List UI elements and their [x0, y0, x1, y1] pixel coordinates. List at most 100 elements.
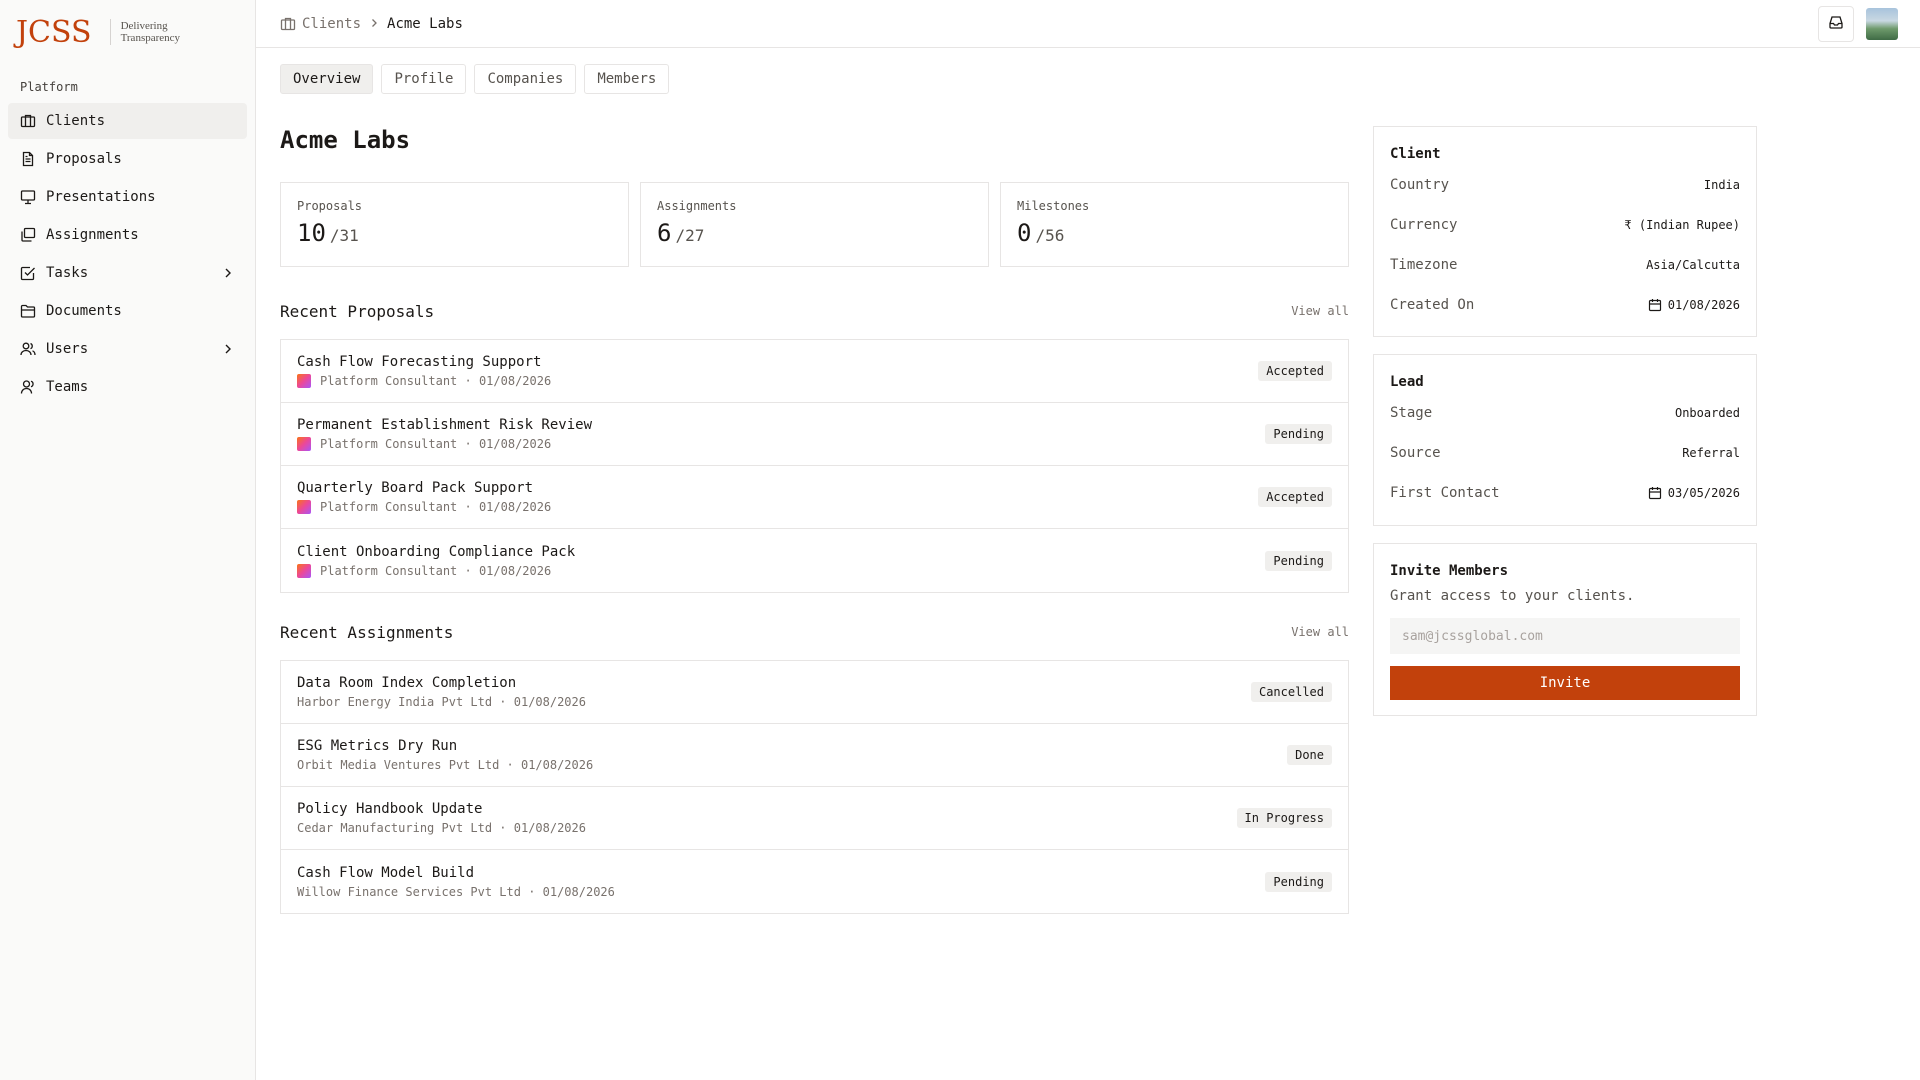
item-meta: Harbor Energy India Pvt Ltd · 01/08/2026 [297, 695, 586, 709]
stat-label: Proposals [297, 199, 363, 213]
field-value: 01/08/2026 [1648, 298, 1740, 312]
recent-proposals-section: Recent Proposals View all Cash Flow Fore… [280, 297, 1349, 593]
list-item[interactable]: Cash Flow Model Build Willow Finance Ser… [281, 850, 1348, 913]
field-value: ₹ (Indian Rupee) [1624, 218, 1740, 232]
inbox-button[interactable] [1818, 6, 1854, 42]
status-badge: Accepted [1258, 487, 1332, 507]
sidebar-item-tasks[interactable]: Tasks [8, 255, 247, 291]
sidebar-item-label: Tasks [46, 265, 89, 281]
status-badge: Pending [1265, 424, 1332, 444]
item-meta: Platform Consultant · 01/08/2026 [320, 374, 552, 388]
users-icon [20, 341, 36, 357]
building-icon [280, 16, 296, 32]
lead-panel: Lead Stage Onboarded Source Referral First… [1373, 354, 1757, 526]
tab-members[interactable]: Members [584, 64, 670, 94]
tab-companies[interactable]: Companies [474, 64, 577, 94]
list-item[interactable]: Policy Handbook Update Cedar Manufacturi… [281, 787, 1348, 850]
tab-bar: Overview Profile Companies Members [280, 64, 677, 94]
stat-value: 0 [1017, 219, 1032, 247]
sidebar-item-label: Presentations [46, 189, 156, 205]
sidebar-item-proposals[interactable]: Proposals [8, 141, 247, 177]
created-on-date: 01/08/2026 [1667, 298, 1740, 312]
sidebar-item-label: Clients [46, 113, 106, 129]
list-item[interactable]: Quarterly Board Pack Support Platform Co… [281, 466, 1348, 529]
item-title: Permanent Establishment Risk Review [297, 417, 593, 433]
sidebar: JCSS Delivering Transparency Platform Cl… [0, 0, 256, 1080]
section-title: Recent Proposals [280, 301, 435, 321]
consultant-avatar [297, 437, 311, 451]
invite-email-input[interactable] [1390, 618, 1740, 654]
brand-divider [109, 19, 111, 45]
brand[interactable]: JCSS Delivering Transparency [16, 12, 180, 52]
sidebar-item-clients[interactable]: Clients [8, 103, 247, 139]
avatar[interactable] [1866, 8, 1898, 40]
tab-overview[interactable]: Overview [280, 64, 374, 94]
sidebar-item-teams[interactable]: Teams [8, 369, 247, 405]
item-title: Quarterly Board Pack Support [297, 480, 534, 496]
sidebar-section-label: Platform [20, 80, 78, 94]
inbox-icon [1828, 14, 1844, 34]
sidebar-item-users[interactable]: Users [8, 331, 247, 367]
field-label: First Contact [1390, 485, 1500, 501]
document-icon [20, 151, 36, 167]
list-item[interactable]: Cash Flow Forecasting Support Platform C… [281, 340, 1348, 403]
top-actions [1818, 6, 1898, 42]
list-item[interactable]: Data Room Index Completion Harbor Energy… [281, 661, 1348, 724]
stat-card-proposals: Proposals 10/31 [280, 182, 629, 267]
field-label: Stage [1390, 405, 1433, 421]
item-title: Policy Handbook Update [297, 801, 483, 817]
consultant-avatar [297, 500, 311, 514]
proposals-list: Cash Flow Forecasting Support Platform C… [280, 339, 1349, 593]
list-item[interactable]: Permanent Establishment Risk Review Plat… [281, 403, 1348, 466]
stat-value: 6 [657, 219, 672, 247]
chevron-right-icon [369, 16, 379, 32]
stack-icon [20, 227, 36, 243]
breadcrumb-clients-link[interactable]: Clients [302, 16, 361, 32]
presentation-icon [20, 189, 36, 205]
tab-profile[interactable]: Profile [381, 64, 467, 94]
sidebar-item-assignments[interactable]: Assignments [8, 217, 247, 253]
item-title: Data Room Index Completion [297, 675, 517, 691]
sidebar-item-documents[interactable]: Documents [8, 293, 247, 329]
tagline-line-1: Delivering [120, 20, 168, 32]
item-title: Client Onboarding Compliance Pack [297, 543, 576, 560]
status-badge: Accepted [1258, 361, 1332, 381]
assignments-list: Data Room Index Completion Harbor Energy… [280, 660, 1349, 914]
sidebar-item-label: Teams [46, 379, 89, 395]
list-item[interactable]: ESG Metrics Dry Run Orbit Media Ventures… [281, 724, 1348, 787]
field-value: India [1703, 178, 1740, 192]
status-badge: In Progress [1236, 808, 1332, 828]
invite-panel: Invite Members Grant access to your clie… [1373, 543, 1757, 716]
item-title: ESG Metrics Dry Run [297, 738, 458, 754]
stat-total: /27 [675, 226, 705, 245]
stat-label: Milestones [1017, 199, 1090, 213]
recent-assignments-section: Recent Assignments View all Data Room In… [280, 618, 1349, 914]
item-meta: Willow Finance Services Pvt Ltd · 01/08/… [297, 884, 615, 899]
sidebar-item-presentations[interactable]: Presentations [8, 179, 247, 215]
stats-row: Proposals 10/31 Assignments 6/27 Milesto… [280, 182, 1349, 267]
panel-title: Client [1390, 146, 1441, 162]
view-all-assignments-link[interactable]: View all [1291, 625, 1349, 639]
tagline: Delivering Transparency [121, 20, 180, 44]
status-badge: Pending [1265, 550, 1332, 571]
item-title: Cash Flow Model Build [297, 864, 475, 881]
item-meta: Platform Consultant · 01/08/2026 [320, 500, 552, 514]
list-item[interactable]: Client Onboarding Compliance Pack Platfo… [281, 529, 1348, 592]
logo[interactable]: JCSS [16, 15, 92, 50]
view-all-proposals-link[interactable]: View all [1291, 304, 1349, 318]
calendar-icon [1648, 486, 1662, 500]
stat-total: /56 [1035, 226, 1065, 245]
client-panel: Client Country India Currency ₹ (Indian Ru… [1373, 126, 1757, 337]
breadcrumb-current: Acme Labs [387, 15, 463, 32]
item-title: Cash Flow Forecasting Support [297, 354, 542, 370]
field-label: Currency [1390, 217, 1458, 233]
field-label: Country [1390, 177, 1450, 193]
stat-card-milestones: Milestones 0/56 [1000, 182, 1349, 267]
sidebar-item-label: Assignments [46, 227, 139, 243]
field-label: Created On [1390, 297, 1475, 313]
chevron-right-icon[interactable] [221, 342, 235, 356]
item-meta: Platform Consultant · 01/08/2026 [320, 437, 552, 451]
chevron-right-icon[interactable] [221, 266, 235, 280]
invite-button[interactable]: Invite [1390, 666, 1740, 700]
field-label: Timezone [1390, 257, 1458, 273]
